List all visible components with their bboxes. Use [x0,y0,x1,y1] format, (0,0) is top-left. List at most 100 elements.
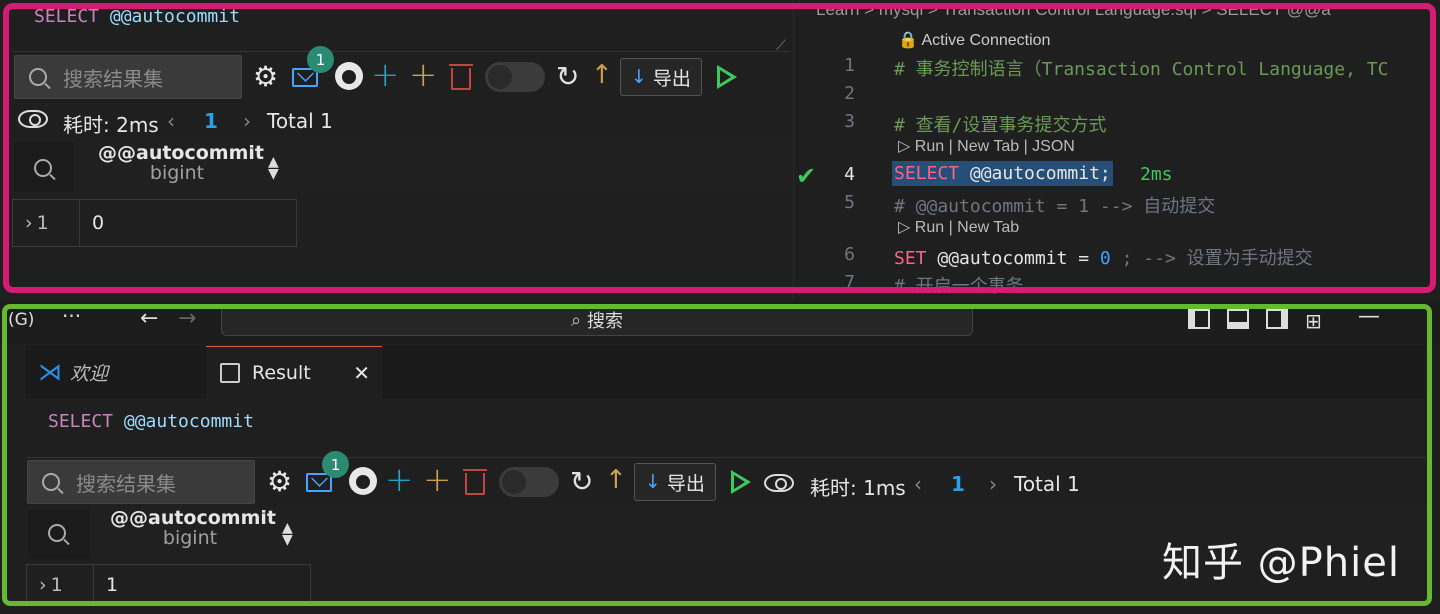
preview-toggle[interactable] [764,474,794,492]
sql-variable: @@autocommit [123,411,254,432]
search-icon: ⌕ [570,309,582,331]
command-search-label: 搜索 [587,311,624,332]
vscode-icon: ⋊ [38,358,62,386]
preview-toggle[interactable] [18,110,48,128]
edit-toggle[interactable] [485,62,545,92]
code-line-1[interactable]: # 事务控制语言（Transaction Control Language, T… [894,55,1388,81]
run-play-icon: ▷ [898,138,911,155]
toggle-panel-icon[interactable] [1227,309,1249,329]
gear-icon[interactable]: ⚙ [253,60,278,93]
close-icon[interactable]: ✕ [353,361,370,385]
resize-grip-icon[interactable]: ⟋ [776,38,786,54]
next-page-icon[interactable]: › [989,472,997,496]
line-number: 4 [844,164,855,185]
result-search-input[interactable]: 搜索结果集 [14,55,242,99]
more-icon[interactable]: ··· [62,304,81,328]
github-icon [335,62,363,90]
code-comment: ; --> 设置为手动提交 [1110,248,1313,269]
add-icon[interactable]: + [423,460,452,500]
eye-icon [18,110,48,128]
run-button[interactable] [731,470,751,494]
column-type: bigint [162,526,218,549]
prev-page-icon[interactable]: ‹ [914,472,922,496]
back-arrow-icon[interactable]: ← [140,306,158,331]
notification-badge: 1 [307,46,334,73]
toggle-sidebar-icon[interactable] [1188,309,1210,329]
next-page-icon[interactable]: › [243,109,251,133]
expand-chevron-icon: › [39,574,47,596]
column-search-button[interactable] [48,522,82,544]
breadcrumb: Learn > mysql > Transaction Control Lang… [816,0,1331,19]
delete-button[interactable] [449,64,473,90]
download-arrow-icon: ↓ [645,471,661,493]
command-search[interactable]: ⌕ 搜索 [221,304,973,336]
search-icon [48,524,66,542]
toggle-switch [485,62,545,92]
run-button[interactable] [717,65,737,89]
prev-page-icon[interactable]: ‹ [167,109,175,133]
search-icon [42,473,60,491]
active-connection-lens[interactable]: 🔒 Active Connection [898,30,1050,50]
export-button[interactable]: ↓ 导出 [634,463,716,501]
delete-button[interactable] [463,469,487,495]
code-line-7[interactable]: # 开启一个事务 [894,272,1024,298]
code-text: @@autocommit = [937,248,1100,269]
gear-icon[interactable]: ⚙ [267,465,292,498]
column-name: @@autocommit [110,507,276,529]
run-codelens[interactable]: ▷ Run | New Tab | JSON [898,136,1075,156]
forward-arrow-icon[interactable]: → [178,306,196,331]
watermark-text: 知乎 @Phiel [1161,540,1400,586]
arrow-up-icon[interactable]: ↑ [591,60,613,90]
top-screenshot: SELECT @@autocommit ⟋ 搜索结果集 ⚙ 1 + + ↻ ↑ … [0,0,1440,300]
search-placeholder: 搜索结果集 [76,471,176,496]
row-value-cell[interactable]: 1 [93,564,311,606]
sort-icon[interactable]: ▲ ▼ [282,521,293,547]
run-codelens[interactable]: ▷ Run | New Tab [898,217,1019,237]
eye-icon [764,474,794,492]
toggle-switch [499,467,559,497]
column-header[interactable]: @@autocommit bigint [110,507,276,549]
check-icon: ✔ [796,162,817,190]
play-icon [717,65,737,89]
column-type: bigint [149,161,205,184]
refresh-icon[interactable]: ↻ [556,60,579,93]
row-index: 1 [50,574,63,596]
github-button[interactable] [335,62,363,90]
tab-welcome[interactable]: ⋊ 欢迎 [38,346,206,398]
github-button[interactable] [349,467,377,495]
code-line-6[interactable]: SET @@autocommit = 0 ; --> 设置为手动提交 [894,244,1313,270]
arrow-up-icon[interactable]: ↑ [605,465,627,495]
add-row-icon[interactable]: + [385,460,414,500]
refresh-icon[interactable]: ↻ [570,465,593,498]
column-header[interactable]: @@autocommit bigint [98,143,264,184]
elapsed-time: 耗时: 2ms [63,113,159,137]
row-index-cell[interactable]: › 1 [26,564,94,606]
code-line-3[interactable]: # 查看/设置事务提交方式 [894,111,1107,137]
expand-chevron-icon: › [25,212,33,234]
lock-icon: 🔒 [898,32,918,49]
code-line-5[interactable]: # @@autocommit = 1 --> 自动提交 [894,192,1215,218]
layout-icon[interactable]: ⊞ [1305,309,1322,333]
line-number: 3 [844,111,855,132]
edit-toggle[interactable] [499,467,559,497]
column-search-button[interactable] [34,157,68,179]
result-panel-top: SELECT @@autocommit ⟋ 搜索结果集 ⚙ 1 + + ↻ ↑ … [0,0,792,300]
result-search-input[interactable]: 搜索结果集 [27,460,255,504]
row-index-cell[interactable]: › 1 [12,199,80,247]
tab-result[interactable]: Result ✕ [206,346,382,398]
code-text: @@autocommit; [969,163,1111,184]
tab-result-label: Result [252,361,311,384]
code-line-4[interactable]: SELECT @@autocommit; [892,161,1113,186]
row-value-cell[interactable]: 0 [79,199,297,247]
add-icon[interactable]: + [409,55,438,95]
toggle-secondary-sidebar-icon[interactable] [1266,309,1288,329]
line-number: 5 [844,192,855,213]
add-row-icon[interactable]: + [371,55,400,95]
sort-icon[interactable]: ▲ ▼ [268,155,279,181]
trash-icon [463,469,487,495]
export-button[interactable]: ↓ 导出 [620,58,702,96]
app-label: (G) [8,310,35,330]
tab-welcome-label: 欢迎 [70,362,109,385]
run-play-icon: ▷ [898,219,911,236]
minimize-icon[interactable]: — [1358,304,1380,329]
